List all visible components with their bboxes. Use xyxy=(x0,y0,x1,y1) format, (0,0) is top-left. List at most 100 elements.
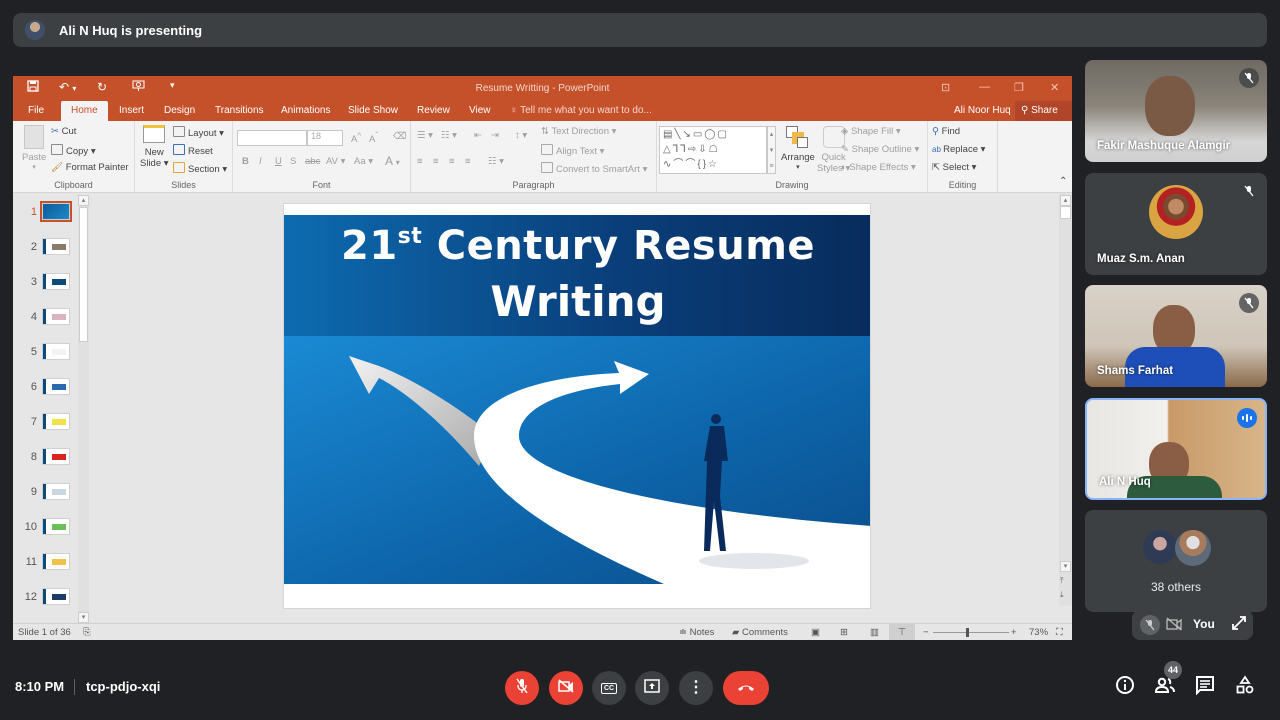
tab-design[interactable]: Design xyxy=(164,101,195,121)
convert-smartart-button[interactable]: Convert to SmartArt ▾ xyxy=(541,162,647,175)
previous-slide-icon[interactable]: ⤒ xyxy=(1060,576,1064,586)
gallery-scroll[interactable]: ▴ ▾ ≡ xyxy=(767,126,776,174)
shape-effects-button[interactable]: ◐ Shape Effects ▾ xyxy=(841,162,916,173)
slideshow-view-icon[interactable]: ⊤ xyxy=(889,624,915,640)
font-name-input[interactable] xyxy=(237,130,307,146)
paste-button[interactable]: Paste ▾ xyxy=(22,125,46,171)
format-painter-button[interactable]: 🖌 Format Painter xyxy=(51,162,129,173)
align-text-button[interactable]: Align Text ▾ xyxy=(541,144,604,157)
arrange-button[interactable]: Arrange ▾ xyxy=(781,126,815,171)
expand-icon[interactable] xyxy=(1232,616,1246,635)
zoom-in-button[interactable]: + xyxy=(1011,627,1017,638)
clear-formatting-icon[interactable]: ⌫ xyxy=(393,131,406,142)
tab-animations[interactable]: Animations xyxy=(281,101,330,121)
shape-fill-button[interactable]: ◈ Shape Fill ▾ xyxy=(841,126,901,137)
find-button[interactable]: ⚲ Find xyxy=(932,126,960,137)
signed-in-user[interactable]: Ali Noor Huq xyxy=(954,101,1011,121)
toggle-camera-button[interactable] xyxy=(549,671,583,705)
slide-thumbnail[interactable]: 11 xyxy=(21,553,70,570)
scroll-up-icon[interactable]: ▴ xyxy=(78,195,89,206)
slide-thumbnail[interactable]: 9 xyxy=(21,483,70,500)
tell-me-box[interactable]: ♀ Tell me what you want to do... xyxy=(510,101,652,121)
copy-button[interactable]: Copy ▾ xyxy=(51,144,96,157)
columns-icon[interactable]: ☷ ▾ xyxy=(488,156,504,167)
increase-indent-icon[interactable]: ⇥ xyxy=(491,130,499,141)
close-icon[interactable]: ✕ xyxy=(1050,81,1059,94)
cut-button[interactable]: ✂ Cut xyxy=(51,126,76,137)
zoom-level[interactable]: 73% xyxy=(1029,627,1048,638)
participant-tile[interactable]: Fakir Mashuque Alamgir xyxy=(1085,60,1267,162)
zoom-slider[interactable] xyxy=(933,628,1009,637)
align-left-icon[interactable]: ≡ xyxy=(417,156,423,167)
section-button[interactable]: Section ▾ xyxy=(173,162,227,175)
tab-home[interactable]: Home xyxy=(61,101,108,121)
tab-review[interactable]: Review xyxy=(417,101,450,121)
bullets-icon[interactable]: ☰ ▾ xyxy=(417,130,433,141)
justify-icon[interactable]: ≡ xyxy=(465,156,471,167)
new-slide-button[interactable]: New Slide ▾ xyxy=(140,125,169,169)
collapse-ribbon-icon[interactable]: ⌃ xyxy=(1059,176,1067,187)
scroll-thumb[interactable] xyxy=(79,207,88,342)
more-options-button[interactable]: ⋮ xyxy=(679,671,713,705)
bold-icon[interactable]: B xyxy=(242,156,249,167)
slide-sorter-icon[interactable]: ⊞ xyxy=(840,627,848,638)
tab-file[interactable]: File xyxy=(28,101,44,121)
zoom-slider-handle[interactable] xyxy=(965,628,969,637)
change-case-icon[interactable]: Aa ▾ xyxy=(354,156,373,167)
participant-tile-speaking[interactable]: Ali N Huq xyxy=(1085,398,1267,500)
align-center-icon[interactable]: ≡ xyxy=(433,156,439,167)
text-direction-button[interactable]: ⇅ Text Direction ▾ xyxy=(541,126,616,137)
reading-view-icon[interactable]: ▥ xyxy=(870,627,879,638)
decrease-indent-icon[interactable]: ⇤ xyxy=(474,130,482,141)
slide-thumbnail[interactable]: 6 xyxy=(21,378,70,395)
meeting-details-button[interactable] xyxy=(1110,672,1140,702)
underline-icon[interactable]: U xyxy=(275,156,282,167)
slide-thumbnail[interactable]: 7 xyxy=(21,413,70,430)
strikethrough-icon[interactable]: abc xyxy=(305,156,320,167)
activities-button[interactable] xyxy=(1230,672,1260,702)
restore-icon[interactable]: ❐ xyxy=(1014,81,1024,94)
current-slide[interactable]: 21st Century Resume Writing xyxy=(283,203,871,609)
slide-thumbnail[interactable]: 10 xyxy=(21,518,70,535)
slide-thumbnail[interactable]: 3 xyxy=(21,273,70,290)
shapes-gallery[interactable]: ▤╲↘▭◯▢ △⅂⅂⇨⇩☖ ∿⌒⌒{}☆ xyxy=(659,126,767,174)
align-right-icon[interactable]: ≡ xyxy=(449,156,455,167)
decrease-font-icon[interactable]: Aˇ xyxy=(369,131,378,145)
share-button[interactable]: ⚲ Share xyxy=(1015,101,1072,121)
tab-transitions[interactable]: Transitions xyxy=(215,101,264,121)
others-tile[interactable]: 38 others xyxy=(1085,510,1267,612)
reset-button[interactable]: Reset xyxy=(173,144,213,157)
participant-tile[interactable]: Shams Farhat xyxy=(1085,285,1267,387)
numbering-icon[interactable]: ☷ ▾ xyxy=(441,130,457,141)
toggle-mic-button[interactable] xyxy=(505,671,539,705)
text-shadow-icon[interactable]: S xyxy=(290,156,296,167)
self-mic-off-icon[interactable] xyxy=(1140,615,1160,635)
slide-thumbnail[interactable]: 5 xyxy=(21,343,70,360)
line-spacing-icon[interactable]: ↕ ▾ xyxy=(515,130,527,141)
thumbnail-scrollbar[interactable]: ▴ ▾ xyxy=(78,195,89,623)
spell-check-icon[interactable]: ⎘ xyxy=(83,627,91,638)
shape-outline-button[interactable]: ✎ Shape Outline ▾ xyxy=(841,144,919,155)
scroll-thumb[interactable] xyxy=(1060,206,1071,219)
chat-button[interactable] xyxy=(1190,672,1220,702)
font-size-input[interactable]: 18 xyxy=(307,130,343,146)
ribbon-display-options-icon[interactable]: ⊡ xyxy=(941,81,950,94)
slide-thumbnail[interactable]: 12 xyxy=(21,588,70,605)
comments-button[interactable]: ▰ Comments xyxy=(732,627,788,638)
character-spacing-icon[interactable]: AV ▾ xyxy=(326,156,345,167)
scroll-down-icon[interactable]: ▾ xyxy=(78,612,89,623)
layout-button[interactable]: Layout ▾ xyxy=(173,126,224,139)
minimize-icon[interactable]: — xyxy=(979,81,990,93)
tab-view[interactable]: View xyxy=(469,101,491,121)
increase-font-icon[interactable]: A^ xyxy=(351,131,361,145)
canvas-scrollbar[interactable]: ▴ ▾ ⤒ ⤓ xyxy=(1059,193,1072,606)
select-button[interactable]: ⇱ Select ▾ xyxy=(932,162,976,173)
people-button[interactable]: 44 xyxy=(1150,661,1182,702)
scroll-up-icon[interactable]: ▴ xyxy=(1060,195,1071,206)
tab-slide-show[interactable]: Slide Show xyxy=(348,101,398,121)
italic-icon[interactable]: I xyxy=(259,156,262,167)
leave-call-button[interactable] xyxy=(723,671,769,705)
next-slide-icon[interactable]: ⤓ xyxy=(1060,590,1064,600)
slide-thumbnail[interactable]: 2 xyxy=(21,238,70,255)
notes-button[interactable]: ≐ Notes xyxy=(679,627,714,638)
